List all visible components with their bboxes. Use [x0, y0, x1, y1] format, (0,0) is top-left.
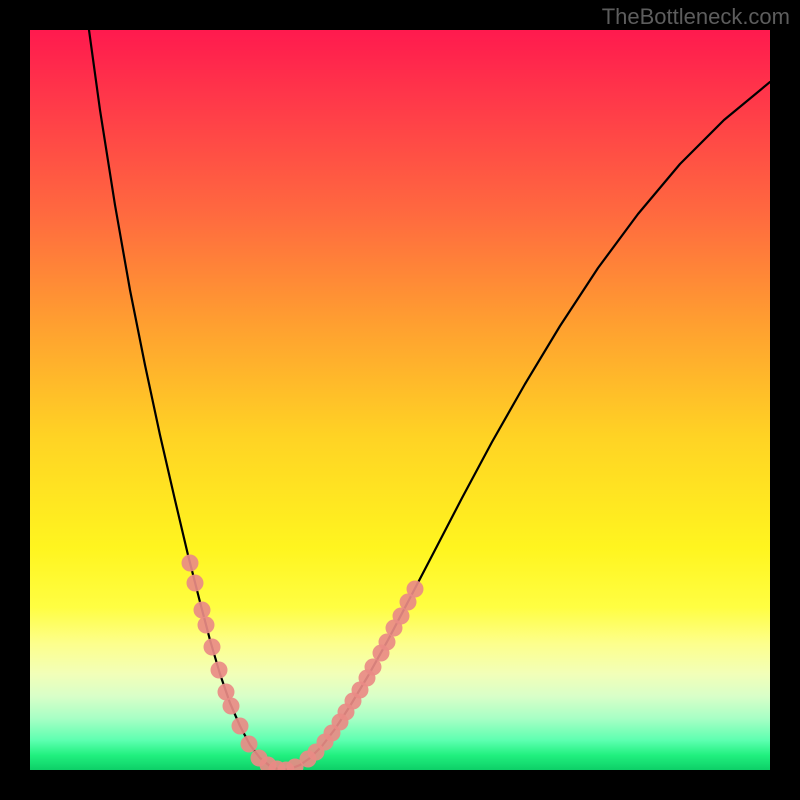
- watermark-text: TheBottleneck.com: [602, 4, 790, 30]
- gradient-plot-area: [30, 30, 770, 770]
- chart-frame: TheBottleneck.com: [0, 0, 800, 800]
